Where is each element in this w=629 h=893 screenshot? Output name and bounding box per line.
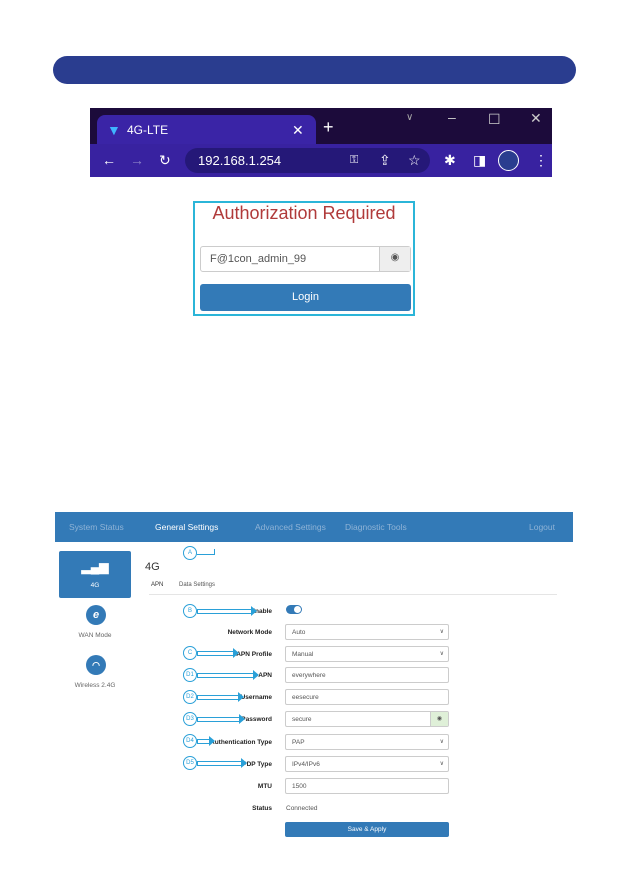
password-label: Password	[241, 716, 272, 723]
apn-profile-label: APN Profile	[236, 651, 272, 658]
maximize-icon[interactable]: ☐	[488, 112, 501, 126]
star-icon[interactable]: ☆	[408, 153, 421, 167]
new-tab-icon[interactable]: +	[323, 118, 334, 136]
sidepanel-icon[interactable]: ◨	[473, 153, 486, 167]
page-title: 4G	[145, 561, 160, 573]
network-mode-select[interactable]: Auto ∨	[285, 624, 449, 640]
close-icon[interactable]: ✕	[292, 123, 304, 137]
apn-profile-select[interactable]: Manual ∨	[285, 646, 449, 662]
signal-icon: ▂▄▆	[81, 560, 109, 574]
annotation-arrow	[197, 648, 239, 658]
address-bar[interactable]: 192.168.1.254	[185, 148, 430, 173]
status-value: Connected	[286, 805, 318, 812]
key-icon[interactable]: ⚿	[350, 153, 358, 167]
extensions-icon[interactable]: ✱	[444, 153, 456, 167]
annotation-d5: D5	[183, 756, 197, 770]
tab-data-settings[interactable]: Data Settings	[179, 582, 215, 588]
nav-logout[interactable]: Logout	[529, 522, 555, 532]
nav-advanced-settings[interactable]: Advanced Settings	[255, 522, 326, 532]
annotation-arrow	[197, 736, 215, 746]
browser-tab[interactable]: ▼ 4G-LTE ✕	[97, 115, 316, 145]
ie-icon: e	[86, 605, 106, 625]
top-nav: System Status General Settings Advanced …	[55, 512, 573, 542]
password-field[interactable]: secure ◉	[285, 711, 449, 727]
section-header-bar	[53, 56, 576, 84]
share-icon[interactable]: ⇪	[379, 153, 391, 167]
username-input[interactable]: eesecure	[285, 689, 449, 705]
back-icon[interactable]: ←	[102, 153, 116, 167]
annotation-b: B	[183, 604, 197, 618]
annotation-arrow	[197, 692, 244, 702]
login-panel: Authorization Required F@1con_admin_99 ◉…	[193, 201, 415, 316]
chevron-down-icon[interactable]: ∨	[406, 111, 413, 125]
annotation-c: C	[183, 646, 197, 660]
annotation-arrow	[197, 758, 247, 768]
eye-icon[interactable]: ◉	[379, 247, 410, 271]
reload-icon[interactable]: ↻	[159, 153, 171, 167]
annotation-arrow	[197, 549, 215, 555]
annotation-d4: D4	[183, 734, 197, 748]
annotation-d3: D3	[183, 712, 197, 726]
router-ui: System Status General Settings Advanced …	[55, 512, 573, 857]
menu-icon[interactable]: ⋮	[534, 153, 548, 167]
password-input[interactable]: F@1con_admin_99 ◉	[200, 246, 411, 272]
apn-input[interactable]: everywhere	[285, 667, 449, 683]
sidebar-label: 4G	[90, 582, 100, 589]
username-label: Username	[240, 694, 272, 701]
enable-toggle[interactable]	[286, 605, 302, 614]
tab-divider	[149, 594, 557, 595]
login-button[interactable]: Login	[200, 284, 411, 311]
apn-label: APN	[258, 672, 272, 679]
browser-window: ▼ 4G-LTE ✕ + ∨ – ☐ ✕ ← → ↻ 192.168.1.254…	[90, 108, 552, 177]
annotation-arrow	[197, 670, 259, 680]
tab-apn[interactable]: APN	[151, 582, 163, 588]
sidebar-item-wan-mode[interactable]: e WAN Mode	[59, 605, 131, 639]
wifi-icon: ▼	[107, 122, 121, 138]
eye-icon[interactable]: ◉	[430, 712, 448, 726]
annotation-arrow	[197, 714, 245, 724]
nav-system-status[interactable]: System Status	[69, 522, 124, 532]
nav-diagnostic-tools[interactable]: Diagnostic Tools	[345, 522, 407, 532]
sidebar-item-wireless[interactable]: ◠ Wireless 2.4G	[59, 655, 131, 689]
minimize-icon[interactable]: –	[448, 110, 456, 124]
annotation-d2: D2	[183, 690, 197, 704]
chevron-down-icon: ∨	[439, 739, 444, 745]
auth-type-select[interactable]: PAP ∨	[285, 734, 449, 750]
forward-icon[interactable]: →	[130, 153, 144, 167]
chevron-down-icon: ∨	[439, 629, 444, 635]
annotation-d1: D1	[183, 668, 197, 682]
password-value: F@1con_admin_99	[210, 253, 307, 265]
profile-avatar[interactable]	[498, 150, 519, 171]
network-mode-label: Network Mode	[227, 629, 272, 636]
mtu-input[interactable]: 1500	[285, 778, 449, 794]
nav-general-settings[interactable]: General Settings	[155, 522, 218, 532]
browser-toolbar: ← → ↻ 192.168.1.254 ⚿ ⇪ ☆ ✱ ◨ ⋮	[90, 144, 552, 177]
auth-type-label: Authentication Type	[210, 739, 272, 746]
sidebar-item-4g[interactable]: ▂▄▆ 4G	[59, 551, 131, 598]
sidebar-label: WAN Mode	[78, 632, 112, 639]
pdp-type-select[interactable]: IPv4/IPv6 ∨	[285, 756, 449, 772]
tab-title: 4G-LTE	[127, 123, 169, 137]
status-label: Status	[252, 805, 272, 812]
wifi-icon: ◠	[86, 655, 106, 675]
chevron-down-icon: ∨	[439, 761, 444, 767]
annotation-arrow	[197, 606, 257, 616]
annotation-a: A	[183, 546, 197, 560]
save-apply-button[interactable]: Save & Apply	[285, 822, 449, 837]
chevron-down-icon: ∨	[439, 651, 444, 657]
mtu-label: MTU	[257, 783, 272, 790]
login-title: Authorization Required	[212, 203, 396, 223]
sidebar-label: Wireless 2.4G	[74, 682, 116, 689]
window-close-icon[interactable]: ✕	[530, 111, 542, 125]
